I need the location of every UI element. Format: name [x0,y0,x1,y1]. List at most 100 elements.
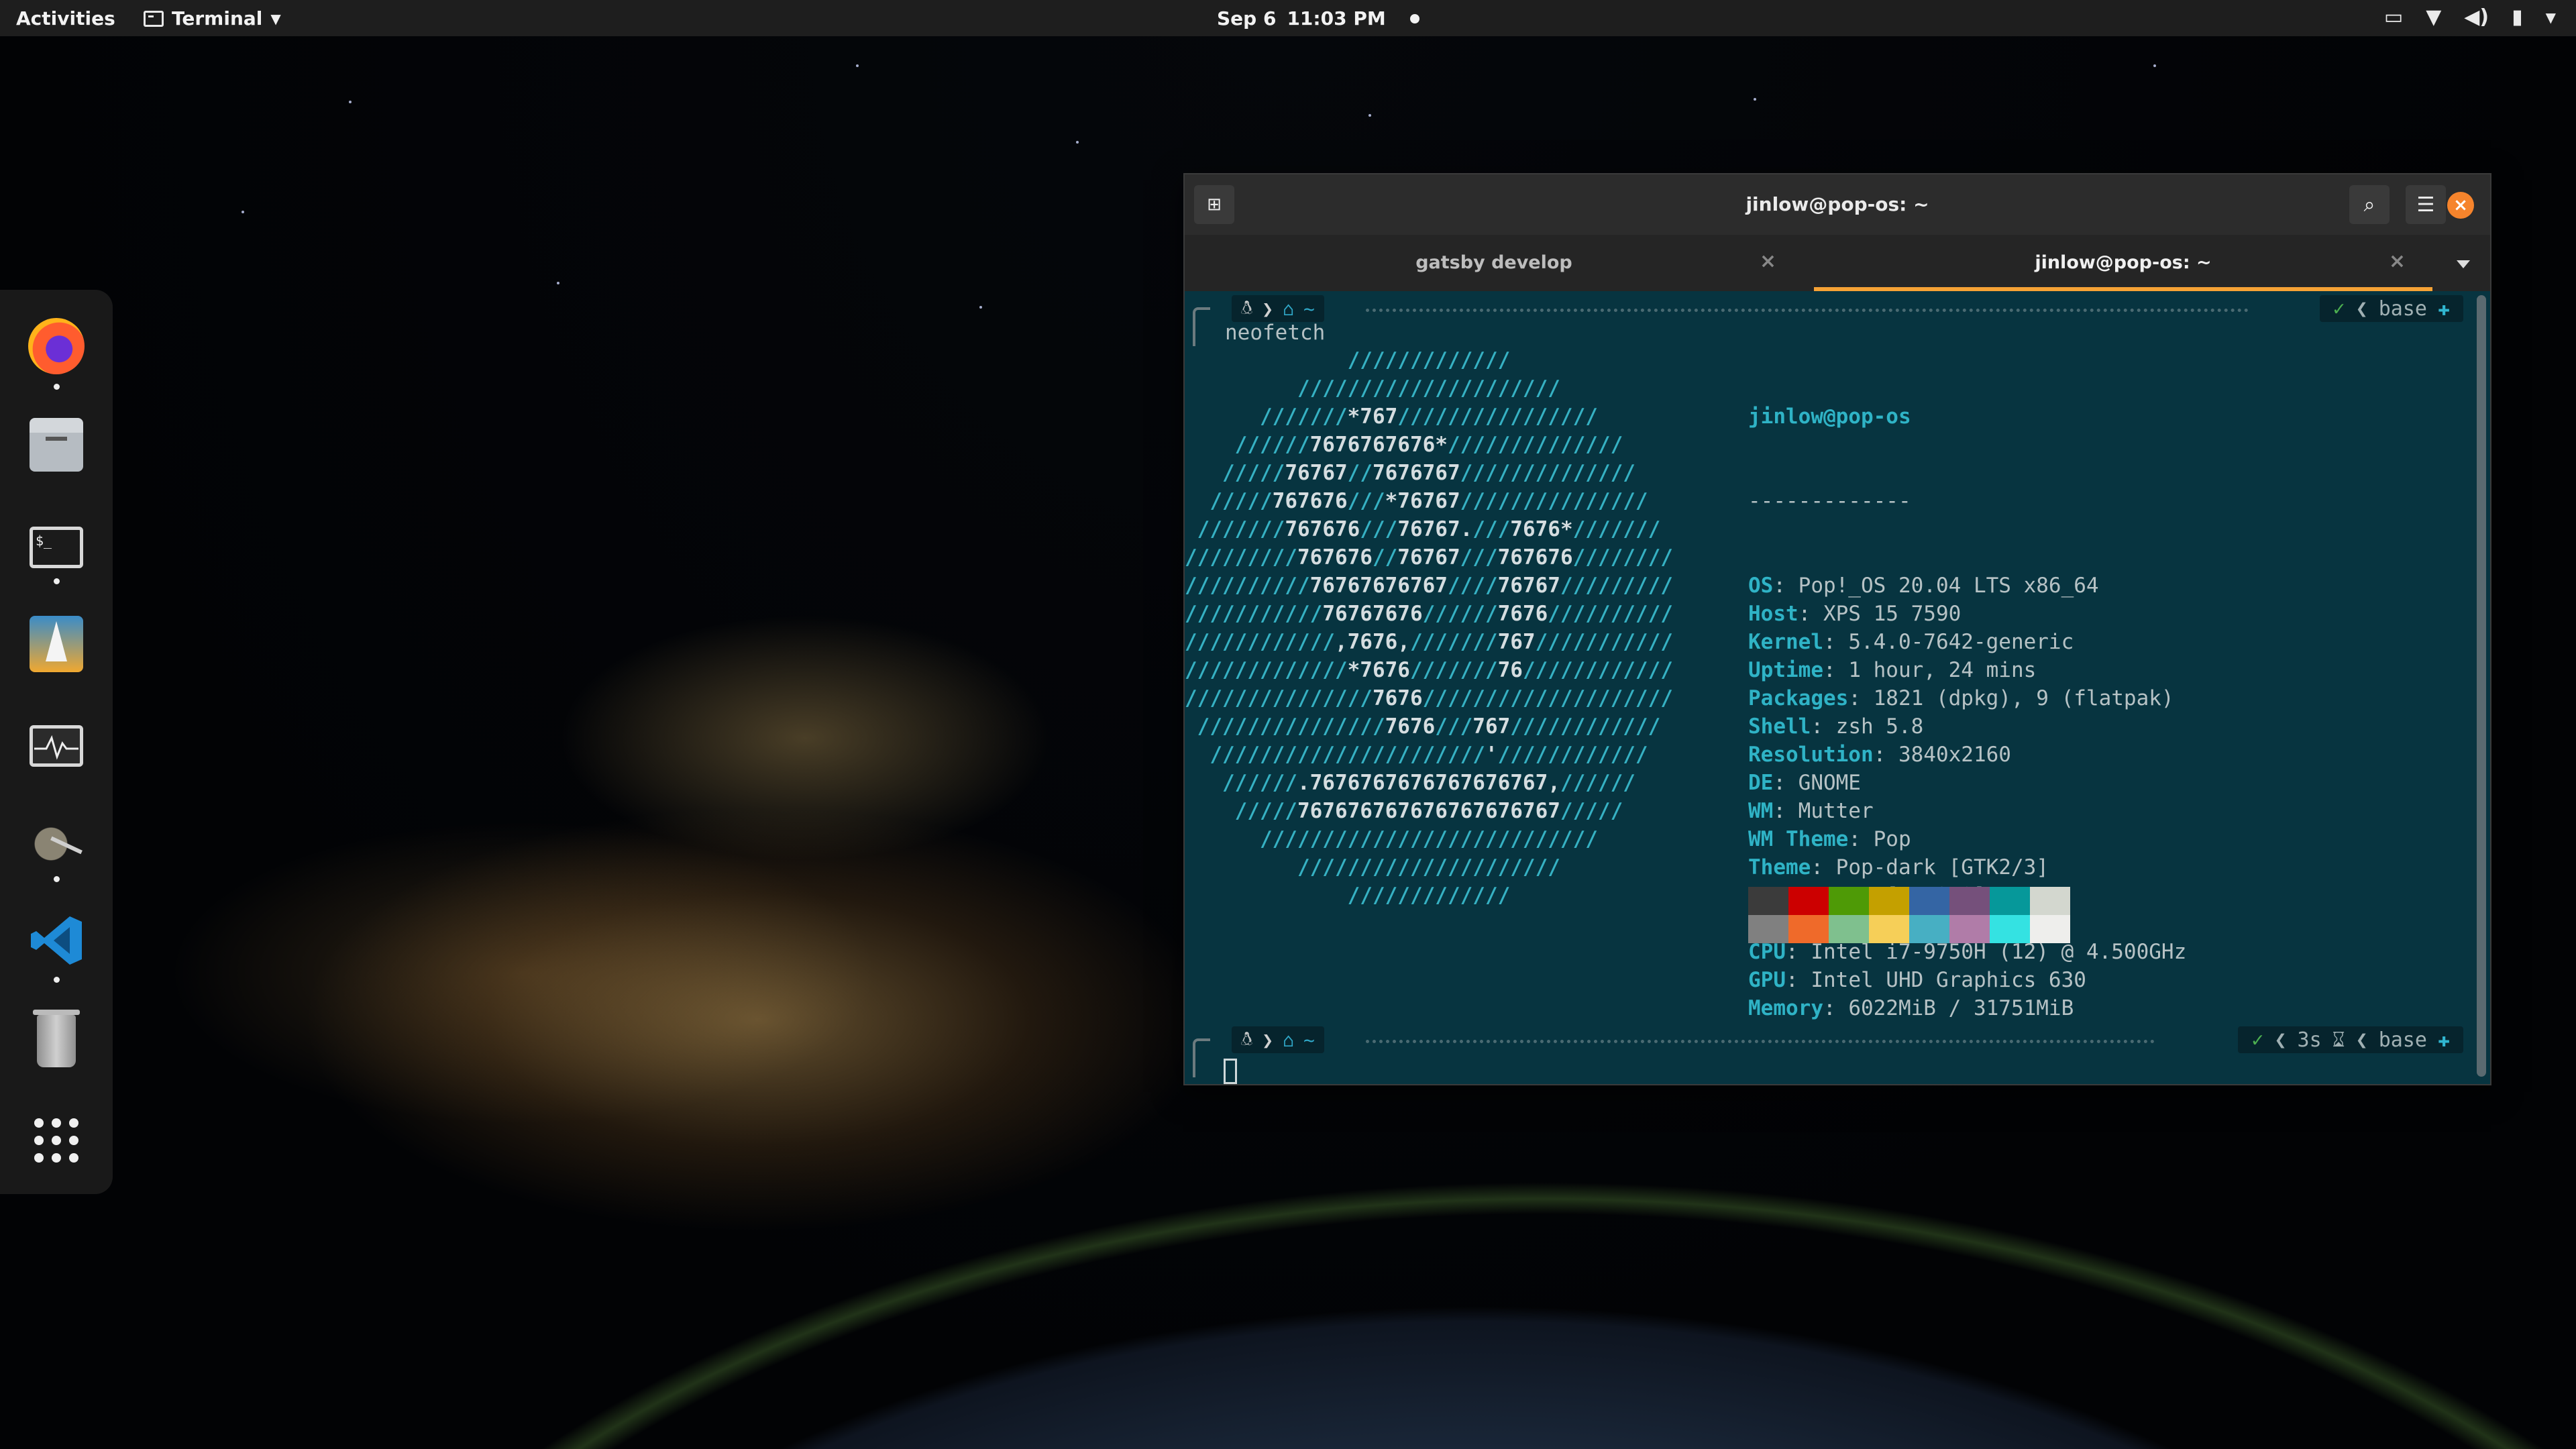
close-icon: × [2453,195,2468,215]
color-swatch [1829,887,1869,915]
tab-close-icon[interactable]: × [1760,250,1776,273]
system-monitor-icon [30,725,83,767]
terminal-content[interactable]: 🐧︎ ❯ ⌂ ~ ✓ ❮ base ✚ neofetch ///////////… [1185,291,2490,1084]
info-key: WM [1748,799,1774,823]
menu-button[interactable]: ☰ [2406,185,2446,224]
info-value: 1821 (dpkg), 9 (flatpak) [1873,686,2174,710]
linux-icon: 🐧︎ [1241,296,1253,319]
dock-firefox[interactable] [24,314,89,378]
prompt-dir: ~ [1303,297,1315,320]
terminal-icon [144,10,164,27]
info-row: Packages: 1821 (dpkg), 9 (flatpak) [1748,684,2186,712]
ascii-logo-line: ///////////////7676///767//////////// [1197,714,1661,739]
running-indicator [54,876,60,882]
trash-icon [33,1010,80,1067]
info-key: GPU [1748,968,1786,992]
info-colon: : [1773,771,1799,795]
info-key: Resolution [1748,743,1874,767]
prompt-filler [1366,309,2249,312]
info-colon: : [1848,686,1874,710]
dock-terminal[interactable]: $_ [24,515,89,580]
window-headerbar[interactable]: ⊞ jinlow@pop-os: ~ ⌕ ☰ × [1185,174,2490,235]
dock: $_ [0,290,113,1194]
app-menu[interactable]: Terminal ▼ [144,7,281,30]
color-swatch [1748,915,1788,943]
info-row: Kernel: 5.4.0-7642-generic [1748,628,2186,656]
search-button[interactable]: ⌕ [2349,185,2390,224]
ascii-logo-line: /////767676767676767676767///// [1234,799,1623,823]
info-row: Shell: zsh 5.8 [1748,712,2186,741]
info-colon: : [1811,855,1836,879]
dock-pop-shop[interactable] [24,612,89,676]
dock-vscode[interactable] [24,908,89,973]
info-key: WM Theme [1748,827,1849,851]
tab-close-icon[interactable]: × [2389,250,2406,273]
gimp-icon [30,820,83,867]
text-cursor [1224,1059,1237,1084]
ascii-logo-line: ///////////////7676//////////////////// [1185,686,1673,710]
show-applications-button[interactable] [24,1108,89,1173]
linux-icon: 🐧︎ [1241,1027,1253,1050]
running-indicator [54,384,60,390]
ascii-logo-line: //////.7676767676767676767,////// [1222,771,1635,795]
ascii-logo-line: ///////////// [1347,348,1511,372]
dock-trash[interactable] [24,1009,89,1073]
python-icon: ✚ [2437,1028,2450,1052]
info-row: Uptime: 1 hour, 24 mins [1748,656,2186,684]
system-menu-chevron-icon[interactable]: ▼ [2546,9,2556,25]
separator-icon: ❮ [2355,297,2368,321]
prompt-line: 🐧︎ ❯ ⌂ ~ ✓ ❮ base ✚ [1185,295,2463,325]
prompt-right-segment: ✓ ❮ base ✚ [2319,295,2463,322]
close-window-button[interactable]: × [2447,192,2474,219]
info-row: Memory: 6022MiB / 31751MiB [1748,994,2186,1022]
system-tray[interactable]: ▭ ▼ ◀) ▮ ▼ [2384,5,2556,29]
info-value: GNOME [1798,771,1861,795]
prompt-env: base [2378,1028,2427,1052]
clock[interactable]: Sep 6 11:03 PM [1217,7,1419,30]
info-value: Pop-dark [GTK2/3] [1835,855,2049,879]
color-swatch [1829,915,1869,943]
running-indicator [54,578,60,584]
dock-gimp[interactable] [24,812,89,876]
tab-bar: gatsby develop × jinlow@pop-os: ~ × [1185,235,2490,291]
display-icon[interactable]: ▭ [2384,5,2403,29]
system-info: jinlow@pop-os ------------- OS: Pop!_OS … [1748,346,2186,1079]
separator-icon: ❯ [1262,1028,1274,1051]
ascii-logo-line: /////////////////////////// [1259,827,1598,851]
app-menu-label: Terminal [172,7,263,30]
vscode-icon [31,916,82,965]
tab-gatsby-develop[interactable]: gatsby develop × [1185,235,1803,291]
color-palette [1748,887,2070,943]
color-swatch [2030,887,2070,915]
info-value: XPS 15 7590 [1823,602,1962,626]
battery-icon[interactable]: ▮ [2512,5,2523,29]
scrollbar[interactable] [2477,295,2486,1077]
info-colon: : [1773,574,1799,598]
info-row: Resolution: 3840x2160 [1748,741,2186,769]
volume-icon[interactable]: ◀) [2464,5,2489,29]
info-value: zsh 5.8 [1835,714,1924,739]
tab-list-chevron-icon[interactable] [2457,260,2470,268]
tab-label: gatsby develop [1415,252,1572,273]
info-value: 1 hour, 24 mins [1848,658,2037,682]
info-row: OS: Pop!_OS 20.04 LTS x86_64 [1748,572,2186,600]
activities-button[interactable]: Activities [16,7,115,30]
info-value: Intel i7-9750H (12) @ 4.500GHz [1811,940,2187,964]
python-icon: ✚ [2437,297,2450,321]
info-colon: : [1873,743,1898,767]
ascii-logo-line: ///////*767//////////////// [1259,405,1598,429]
ascii-logo-line: ///////////76767676//////7676////////// [1185,602,1673,626]
info-colon: : [1773,799,1799,823]
wifi-icon[interactable]: ▼ [2426,5,2441,29]
separator-icon: ❮ [2274,1028,2287,1052]
info-row: Theme: Pop-dark [GTK2/3] [1748,853,2186,881]
ascii-logo-line: //////////////////////'//////////// [1210,743,1648,767]
color-swatch [1990,915,2030,943]
info-rows: OS: Pop!_OS 20.04 LTS x86_64 Host: XPS 15… [1748,572,2186,1022]
tab-jinlow-pop-os[interactable]: jinlow@pop-os: ~ × [1814,235,2432,291]
color-swatch [1788,887,1829,915]
dock-files[interactable] [24,416,89,480]
info-separator: ------------- [1748,489,1911,513]
dock-system-monitor[interactable] [24,714,89,778]
info-colon: : [1848,827,1874,851]
